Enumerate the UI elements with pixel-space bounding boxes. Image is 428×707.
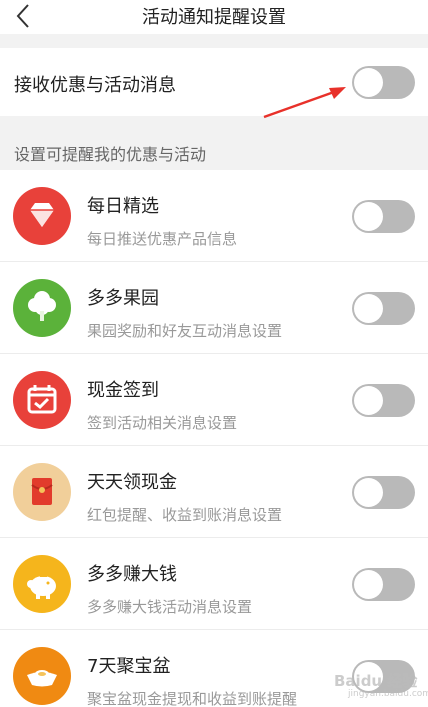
master-setting-label: 接收优惠与活动消息 [14, 75, 176, 96]
item-description: 每日推送优惠产品信息 [87, 230, 238, 248]
master-toggle-switch[interactable] [352, 66, 415, 99]
list-item-earn-money: 多多赚大钱 多多赚大钱活动消息设置 [0, 538, 428, 630]
master-setting-row: 接收优惠与活动消息 [0, 48, 428, 116]
toggle-knob [354, 478, 383, 507]
watermark-logo: Baidu 经验 jingyan.baidu.com [308, 664, 428, 704]
top-bar: 活动通知提醒设置 [0, 0, 428, 34]
diamond-icon [13, 187, 71, 245]
item-title: 现金签到 [87, 380, 159, 401]
item-description: 聚宝盆现金提现和收益到账提醒 [87, 690, 298, 707]
spacer [0, 34, 428, 48]
item-title: 每日精选 [87, 196, 159, 217]
tree-icon [13, 279, 71, 337]
toggle-knob [354, 386, 383, 415]
list-item-daily-cash: 天天领现金 红包提醒、收益到账消息设置 [0, 446, 428, 538]
toggle-knob [354, 202, 383, 231]
calendar-check-icon [13, 371, 71, 429]
item-title: 多多果园 [87, 288, 159, 309]
item-title: 多多赚大钱 [87, 564, 177, 585]
item-description: 果园奖励和好友互动消息设置 [87, 322, 283, 340]
item-description: 红包提醒、收益到账消息设置 [87, 506, 283, 524]
list-item-orchard: 多多果园 果园奖励和好友互动消息设置 [0, 262, 428, 354]
item-description: 多多赚大钱活动消息设置 [87, 598, 253, 616]
toggle-switch[interactable] [352, 292, 415, 325]
red-envelope-icon [13, 463, 71, 521]
list-item-daily-picks: 每日精选 每日推送优惠产品信息 [0, 170, 428, 262]
watermark-text: Baidu 经验 [334, 672, 418, 690]
toggle-knob [354, 68, 383, 97]
gold-ingot-icon [13, 647, 71, 705]
item-title: 7天聚宝盆 [87, 656, 171, 677]
item-title: 天天领现金 [87, 472, 177, 493]
toggle-switch[interactable] [352, 476, 415, 509]
toggle-switch[interactable] [352, 200, 415, 233]
item-description: 签到活动相关消息设置 [87, 414, 238, 432]
toggle-switch[interactable] [352, 384, 415, 417]
toggle-switch[interactable] [352, 568, 415, 601]
piggy-bank-icon [13, 555, 71, 613]
watermark-subtext: jingyan.baidu.com [348, 689, 428, 699]
page-title: 活动通知提醒设置 [142, 7, 286, 28]
list-item-cash-checkin: 现金签到 签到活动相关消息设置 [0, 354, 428, 446]
toggle-knob [354, 570, 383, 599]
notification-list: 每日精选 每日推送优惠产品信息 多多果园 果园奖励和好友互动消息设置 现金签到 … [0, 170, 428, 707]
section-header: 设置可提醒我的优惠与活动 [14, 145, 207, 164]
toggle-knob [354, 294, 383, 323]
